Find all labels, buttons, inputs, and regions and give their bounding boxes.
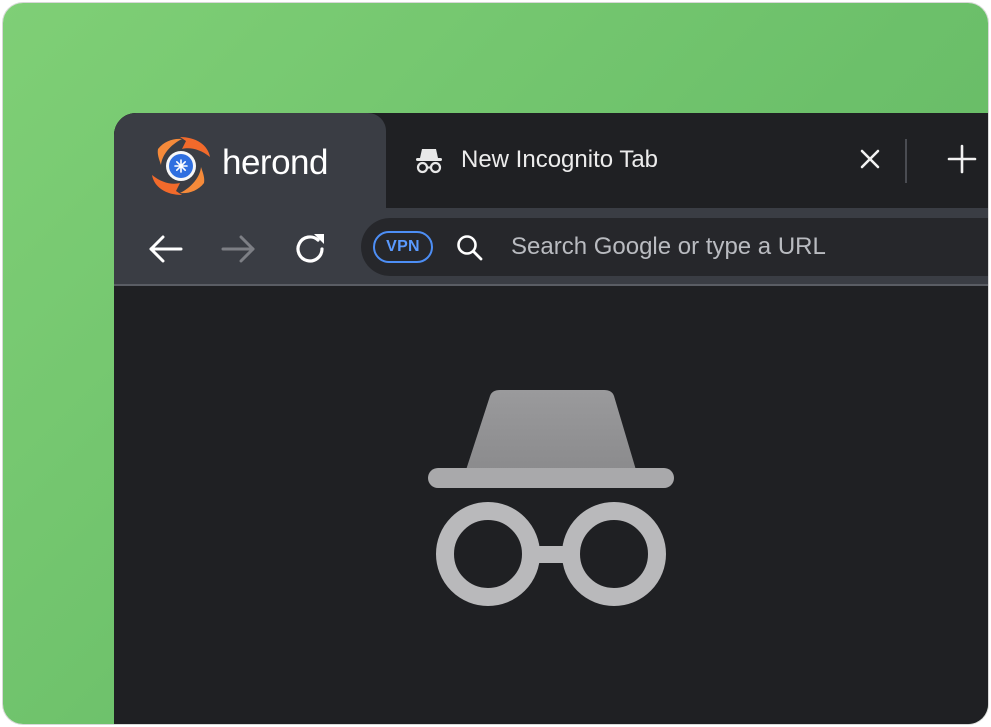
tab-title: New Incognito Tab — [461, 146, 659, 173]
background-frame: herond New Incognito Tab VPN Search Goog… — [3, 3, 988, 724]
search-icon — [457, 235, 483, 261]
close-icon[interactable] — [858, 147, 882, 171]
new-tab-page — [114, 286, 988, 724]
tab-divider — [905, 139, 907, 183]
toolbar: VPN — [114, 208, 988, 284]
arrow-right-icon[interactable] — [219, 230, 257, 268]
browser-window: herond New Incognito Tab VPN Search Goog… — [114, 113, 988, 724]
incognito-icon — [416, 149, 442, 174]
plus-icon[interactable] — [946, 143, 978, 175]
brand-tab[interactable]: herond — [114, 113, 386, 208]
arrow-left-icon[interactable] — [147, 230, 185, 268]
herond-logo-icon — [152, 137, 210, 195]
reload-icon[interactable] — [291, 230, 329, 268]
vpn-button[interactable]: VPN — [373, 231, 433, 263]
search-input[interactable] — [511, 227, 988, 267]
tab-strip: herond New Incognito Tab — [114, 113, 988, 208]
incognito-icon — [428, 390, 674, 606]
tab-new-incognito[interactable]: New Incognito Tab — [386, 113, 988, 208]
brand-name: herond — [222, 143, 328, 182]
address-bar[interactable]: VPN — [361, 218, 988, 276]
